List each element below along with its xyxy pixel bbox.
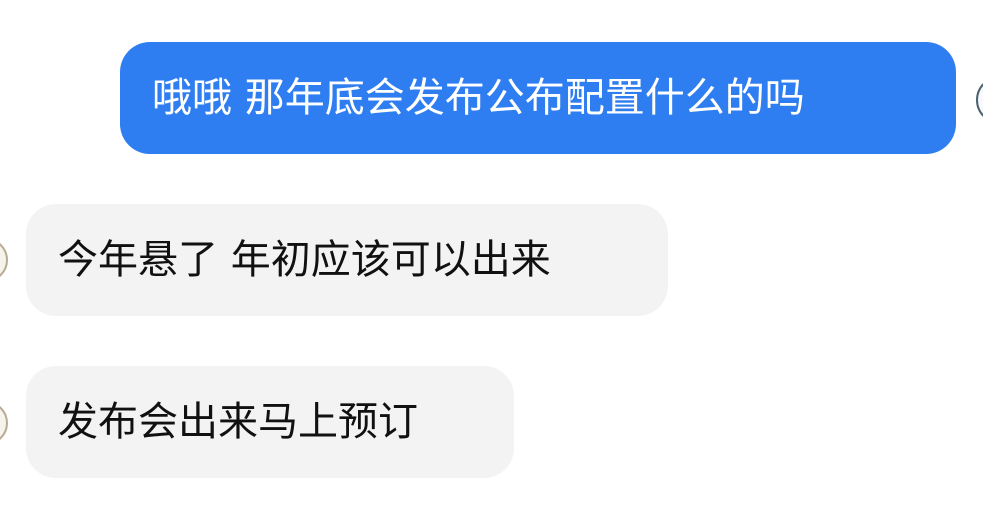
message-bubble-outgoing[interactable]: 哦哦 那年底会发布公布配置什么的吗: [120, 42, 956, 154]
message-text: 今年悬了 年初应该可以出来: [58, 237, 551, 283]
peer-avatar[interactable]: [0, 401, 8, 445]
self-avatar[interactable]: [976, 76, 983, 124]
chat-thread: 哦哦 那年底会发布公布配置什么的吗 今年悬了 年初应该可以出来 发布会出来马上预…: [0, 0, 983, 521]
message-bubble-incoming[interactable]: 今年悬了 年初应该可以出来: [26, 204, 668, 316]
peer-avatar[interactable]: [0, 238, 8, 282]
message-bubble-incoming[interactable]: 发布会出来马上预订: [26, 366, 514, 478]
message-text: 发布会出来马上预订: [58, 399, 418, 445]
message-text: 哦哦 那年底会发布公布配置什么的吗: [152, 75, 805, 121]
